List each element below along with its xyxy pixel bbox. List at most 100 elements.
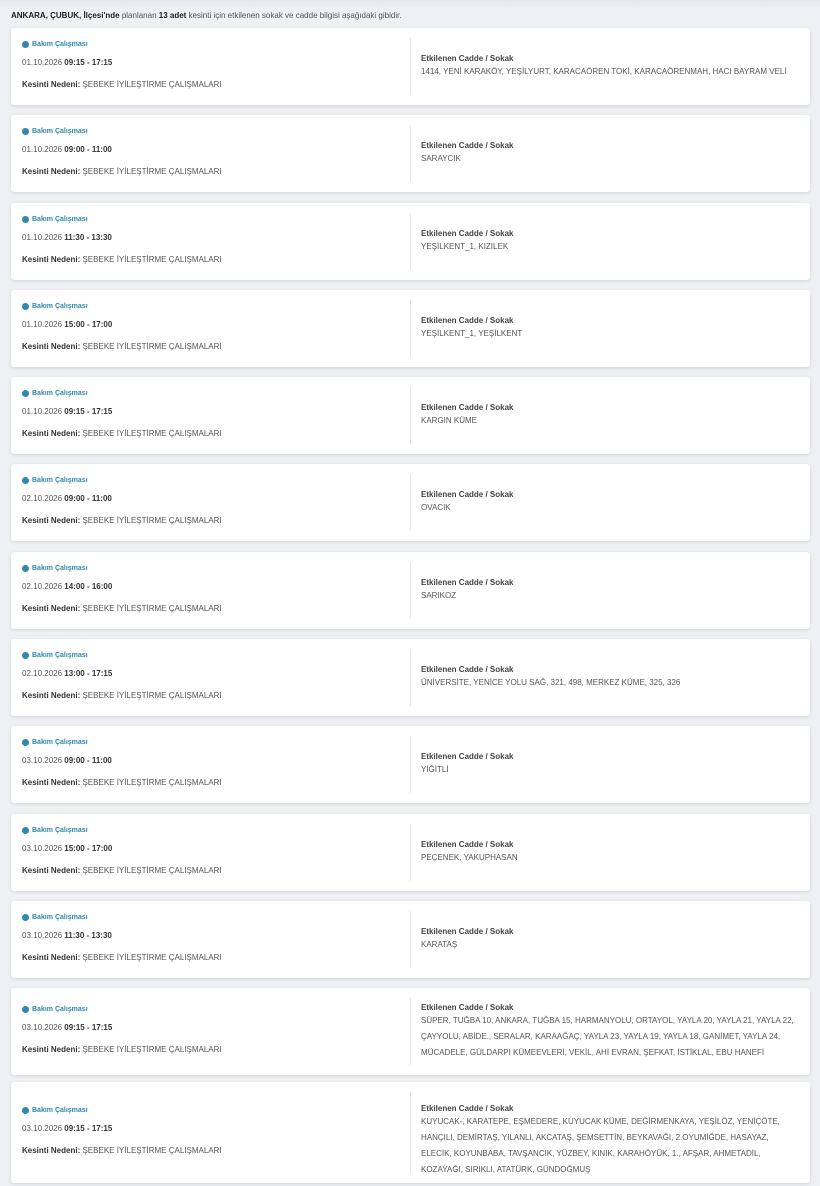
outage-date: 03.10.2026 [22, 755, 63, 765]
reason-label: Kesinti Nedeni: [22, 690, 81, 700]
outage-time: 15:00 - 17:00 [64, 843, 113, 853]
reason-label: Kesinti Nedeni: [22, 952, 81, 962]
outage-type: Bakım Çalışması [22, 127, 88, 135]
outage-type: Bakım Çalışması [22, 476, 88, 484]
streets-label: Etkilenen Cadde / Sokak [421, 402, 514, 412]
streets-value: OVACIK [421, 502, 451, 512]
affected-streets: Etkilenen Cadde / Sokak KUYUCAK-, KARATE… [421, 1082, 800, 1183]
streets-label: Etkilenen Cadde / Sokak [421, 577, 514, 587]
status-dot-icon [22, 1106, 29, 1114]
outage-card: Bakım Çalışması 03.10.2026 11:30 - 13:30… [11, 901, 810, 978]
outage-type: Bakım Çalışması [22, 738, 88, 746]
reason-value: ŞEBEKE İYİLEŞTİRME ÇALIŞMALARI [82, 952, 222, 962]
reason-label: Kesinti Nedeni: [22, 777, 81, 787]
outage-type-label: Bakım Çalışması [32, 1106, 88, 1114]
outage-time: 14:00 - 16:00 [64, 581, 113, 591]
outage-date: 01.10.2026 [22, 144, 63, 154]
affected-streets: Etkilenen Cadde / Sokak YİĞİTLİ [421, 726, 800, 803]
card-divider [410, 562, 411, 619]
reason-label: Kesinti Nedeni: [22, 428, 81, 438]
outage-reason: Kesinti Nedeni: ŞEBEKE İYİLEŞTİRME ÇALIŞ… [22, 167, 222, 176]
streets-value: SARIKOZ [421, 590, 457, 600]
streets-label: Etkilenen Cadde / Sokak [421, 1002, 514, 1012]
outage-datetime: 02.10.2026 09:00 - 11:00 [22, 494, 112, 503]
reason-value: ŞEBEKE İYİLEŞTİRME ÇALIŞMALARI [82, 865, 222, 875]
outage-datetime: 03.10.2026 15:00 - 17:00 [22, 844, 112, 853]
reason-label: Kesinti Nedeni: [22, 603, 81, 613]
streets-label: Etkilenen Cadde / Sokak [421, 489, 514, 499]
outage-card: Bakım Çalışması 01.10.2026 09:15 - 17:15… [11, 28, 810, 105]
outage-date: 03.10.2026 [22, 930, 63, 940]
status-dot-icon [22, 127, 29, 135]
reason-value: ŞEBEKE İYİLEŞTİRME ÇALIŞMALARI [82, 79, 222, 89]
outage-date: 02.10.2026 [22, 668, 63, 678]
outage-info: Bakım Çalışması 03.10.2026 11:30 - 13:30… [22, 901, 407, 978]
reason-value: ŞEBEKE İYİLEŞTİRME ÇALIŞMALARI [82, 428, 222, 438]
card-divider [410, 911, 411, 968]
outage-card: Bakım Çalışması 01.10.2026 11:30 - 13:30… [11, 203, 810, 280]
reason-label: Kesinti Nedeni: [22, 515, 81, 525]
reason-value: ŞEBEKE İYİLEŞTİRME ÇALIŞMALARI [82, 777, 222, 787]
outage-info: Bakım Çalışması 01.10.2026 09:15 - 17:15… [22, 28, 407, 105]
outage-type-label: Bakım Çalışması [32, 564, 88, 572]
outage-type-label: Bakım Çalışması [32, 476, 88, 484]
outage-date: 03.10.2026 [22, 1123, 63, 1133]
status-dot-icon [22, 826, 29, 834]
outage-info: Bakım Çalışması 02.10.2026 09:00 - 11:00… [22, 464, 407, 541]
outage-type: Bakım Çalışması [22, 651, 88, 659]
reason-value: ŞEBEKE İYİLEŞTİRME ÇALIŞMALARI [82, 341, 222, 351]
intro-pre: planlanan [119, 11, 159, 20]
reason-label: Kesinti Nedeni: [22, 1044, 81, 1054]
outage-date: 01.10.2026 [22, 57, 63, 67]
outage-info: Bakım Çalışması 03.10.2026 15:00 - 17:00… [22, 814, 407, 891]
outage-time: 09:00 - 11:00 [64, 755, 112, 765]
outage-card: Bakım Çalışması 02.10.2026 09:00 - 11:00… [11, 464, 810, 541]
outage-datetime: 01.10.2026 09:00 - 11:00 [22, 145, 112, 154]
card-divider [410, 213, 411, 270]
outage-info: Bakım Çalışması 01.10.2026 09:15 - 17:15… [22, 377, 407, 454]
outage-card: Bakım Çalışması 01.10.2026 15:00 - 17:00… [11, 290, 810, 367]
outage-datetime: 01.10.2026 09:15 - 17:15 [22, 58, 112, 67]
streets-value: KARGIN KÜME [421, 415, 478, 425]
streets-value: 1414, YENİ KARAKÖY, YEŞİLYURT, KARACAÖRE… [421, 66, 787, 76]
outage-type-label: Bakım Çalışması [32, 40, 88, 48]
outage-reason: Kesinti Nedeni: ŞEBEKE İYİLEŞTİRME ÇALIŞ… [22, 255, 222, 264]
outage-type: Bakım Çalışması [22, 215, 88, 223]
affected-streets: Etkilenen Cadde / Sokak SARAYCIK [421, 115, 800, 192]
status-dot-icon [22, 738, 29, 746]
reason-label: Kesinti Nedeni: [22, 254, 81, 264]
streets-value: YEŞİLKENT_1, YEŞİLKENT [421, 328, 523, 338]
outage-type: Bakım Çalışması [22, 302, 88, 310]
outage-card: Bakım Çalışması 02.10.2026 14:00 - 16:00… [11, 552, 810, 629]
status-dot-icon [22, 40, 29, 48]
intro-count: 13 adet [158, 11, 187, 20]
outage-info: Bakım Çalışması 01.10.2026 15:00 - 17:00… [22, 290, 407, 367]
outage-date: 01.10.2026 [22, 406, 63, 416]
streets-label: Etkilenen Cadde / Sokak [421, 140, 514, 150]
outage-reason: Kesinti Nedeni: ŞEBEKE İYİLEŞTİRME ÇALIŞ… [22, 429, 222, 438]
outage-card: Bakım Çalışması 02.10.2026 13:00 - 17:15… [11, 639, 810, 716]
outage-card: Bakım Çalışması 01.10.2026 09:15 - 17:15… [11, 377, 810, 454]
outage-type-label: Bakım Çalışması [32, 913, 88, 921]
outage-type: Bakım Çalışması [22, 40, 88, 48]
outage-info: Bakım Çalışması 01.10.2026 09:00 - 11:00… [22, 115, 407, 192]
outage-type-label: Bakım Çalışması [32, 738, 88, 746]
intro-text: ANKARA, ÇUBUK, İlçesi'nde planlanan 13 a… [11, 11, 402, 20]
outage-reason: Kesinti Nedeni: ŞEBEKE İYİLEŞTİRME ÇALIŞ… [22, 691, 222, 700]
outage-date: 01.10.2026 [22, 232, 63, 242]
streets-label: Etkilenen Cadde / Sokak [421, 1103, 514, 1113]
outage-info: Bakım Çalışması 03.10.2026 09:15 - 17:15… [22, 988, 407, 1075]
status-dot-icon [22, 302, 29, 310]
streets-value: SÜPER, TUĞBA 10, ANKARA, TUĞBA 15, HARMA… [421, 1015, 794, 1057]
affected-streets: Etkilenen Cadde / Sokak YEŞİLKENT_1, YEŞ… [421, 290, 800, 367]
outage-card: Bakım Çalışması 03.10.2026 15:00 - 17:00… [11, 814, 810, 891]
outage-datetime: 03.10.2026 11:30 - 13:30 [22, 931, 112, 940]
affected-streets: Etkilenen Cadde / Sokak YEŞİLKENT_1, KIZ… [421, 203, 800, 280]
outage-datetime: 01.10.2026 09:15 - 17:15 [22, 407, 112, 416]
outage-time: 09:15 - 17:15 [64, 406, 113, 416]
card-divider [410, 824, 411, 881]
card-divider [410, 474, 411, 531]
card-divider [410, 736, 411, 793]
outage-datetime: 03.10.2026 09:15 - 17:15 [22, 1023, 112, 1032]
outage-reason: Kesinti Nedeni: ŞEBEKE İYİLEŞTİRME ÇALIŞ… [22, 1146, 222, 1155]
